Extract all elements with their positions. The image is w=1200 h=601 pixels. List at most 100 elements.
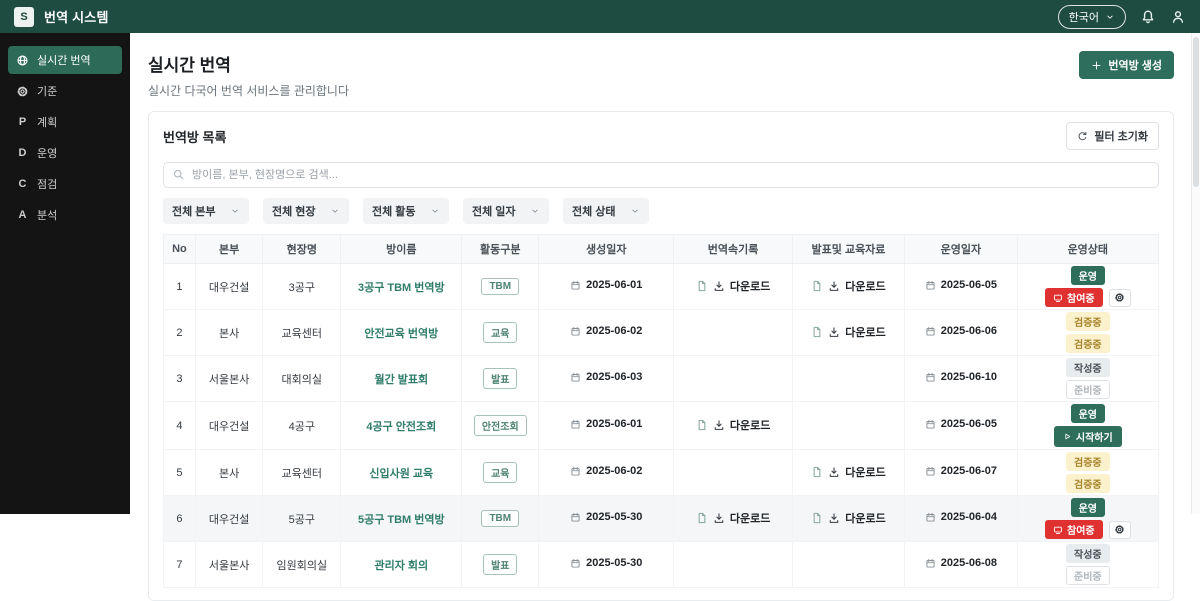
download-button[interactable]: 다운로드 xyxy=(696,278,770,294)
date-value: 2025-06-05 xyxy=(925,418,997,430)
date-value: 2025-06-04 xyxy=(925,511,997,523)
cell-op-date: 2025-06-04 xyxy=(904,495,1018,542)
status-stack: 작성중 준비중 xyxy=(1021,358,1155,399)
filter-label: 전체 상태 xyxy=(572,206,616,218)
document-icon xyxy=(696,419,708,431)
status-badge: 검증중 xyxy=(1066,312,1110,331)
sidebar: 실시간 번역기준 P 계획 D 운영 C 점검 A 분석 xyxy=(0,33,130,514)
activity-badge: 안전조회 xyxy=(473,415,527,436)
sidebar-item-label: 운영 xyxy=(37,148,58,160)
download-button[interactable]: 다운로드 xyxy=(696,417,770,433)
date-text: 2025-06-04 xyxy=(940,511,998,524)
calendar-icon xyxy=(570,558,581,569)
download-button[interactable]: 다운로드 xyxy=(811,324,886,340)
calendar-icon xyxy=(925,466,936,477)
cell-created: 2025-05-30 xyxy=(538,541,675,588)
column-header: 방이름 xyxy=(340,234,463,264)
settings-button[interactable] xyxy=(1108,288,1131,307)
cell-no: 5 xyxy=(163,449,196,496)
page-header: 실시간 번역 실시간 다국어 번역 서비스를 관리합니다 번역방 생성 xyxy=(148,51,1174,99)
date-value: 2025-06-02 xyxy=(570,465,642,477)
cell-op-date: 2025-06-05 xyxy=(904,401,1018,450)
room-link[interactable]: 5공구 TBM 번역방 xyxy=(358,514,445,526)
document-icon xyxy=(811,326,823,338)
filter-label: 전체 본부 xyxy=(172,206,216,218)
filter-select-2[interactable]: 전체 활동 xyxy=(363,198,449,224)
filter-select-3[interactable]: 전체 일자 xyxy=(463,198,549,224)
cell-room: 월간 발표회 xyxy=(340,355,463,402)
activity-badge: 발표 xyxy=(483,368,518,389)
download-button[interactable]: 다운로드 xyxy=(811,510,886,526)
cell-no: 7 xyxy=(163,541,196,588)
room-link[interactable]: 3공구 TBM 번역방 xyxy=(358,282,445,294)
filter-select-0[interactable]: 전체 본부 xyxy=(163,198,249,224)
letter-icon: P xyxy=(18,116,27,128)
filter-select-4[interactable]: 전체 상태 xyxy=(563,198,649,224)
create-room-button[interactable]: 번역방 생성 xyxy=(1079,51,1174,79)
cell-room: 안전교육 번역방 xyxy=(340,309,463,356)
room-link[interactable]: 관리자 회의 xyxy=(374,560,428,572)
status-badge: 운영 xyxy=(1070,266,1106,285)
room-link[interactable]: 4공구 안전조회 xyxy=(366,421,436,433)
chevron-down-icon xyxy=(230,206,240,216)
sidebar-item-analysis[interactable]: A 분석 xyxy=(8,201,122,229)
date-text: 2025-06-06 xyxy=(940,325,998,338)
language-label: 한국어 xyxy=(1068,11,1099,24)
search-input[interactable] xyxy=(163,162,1159,188)
cell-op-date: 2025-06-06 xyxy=(904,309,1018,356)
cell-transcript xyxy=(673,309,793,356)
filter-select-1[interactable]: 전체 현장 xyxy=(263,198,349,224)
bell-icon[interactable] xyxy=(1140,9,1156,25)
cell-transcript xyxy=(673,449,793,496)
cell-site: 대회의실 xyxy=(262,355,342,402)
column-header: 본부 xyxy=(194,234,264,264)
date-value: 2025-06-02 xyxy=(570,325,642,337)
download-button[interactable]: 다운로드 xyxy=(811,278,886,294)
join-button[interactable]: 참여중 xyxy=(1045,288,1103,307)
sidebar-item-operation[interactable]: D 운영 xyxy=(8,139,122,167)
settings-button[interactable] xyxy=(1108,520,1131,539)
column-header: 현장명 xyxy=(262,234,342,264)
activity-badge: 교육 xyxy=(483,322,518,343)
user-icon[interactable] xyxy=(1170,9,1186,25)
filter-reset-button[interactable]: 필터 초기화 xyxy=(1066,122,1159,150)
gear-icon xyxy=(1114,524,1125,535)
room-link[interactable]: 안전교육 번역방 xyxy=(364,328,438,340)
cell-created: 2025-06-03 xyxy=(538,355,675,402)
sidebar-item-label: 계획 xyxy=(37,117,58,129)
sidebar-item-plan[interactable]: P 계획 xyxy=(8,108,122,136)
date-value: 2025-06-01 xyxy=(570,418,642,430)
room-link[interactable]: 신입사원 교육 xyxy=(369,468,433,480)
cell-status: 검증중 검증중 xyxy=(1016,309,1160,356)
scrollbar-thumb[interactable] xyxy=(1193,37,1199,187)
download-button[interactable]: 다운로드 xyxy=(696,510,770,526)
download-label: 다운로드 xyxy=(729,513,771,525)
language-selector[interactable]: 한국어 xyxy=(1057,4,1126,29)
cell-transcript: 다운로드 xyxy=(673,263,793,310)
letter-icon: A xyxy=(18,209,27,221)
sidebar-item-standard[interactable]: 기준 xyxy=(8,77,122,105)
status-badge: 검증중 xyxy=(1066,452,1110,471)
cell-transcript: 다운로드 xyxy=(673,495,793,542)
download-label: 다운로드 xyxy=(729,281,771,293)
room-link[interactable]: 월간 발표회 xyxy=(374,374,428,386)
activity-badge: TBM xyxy=(481,510,520,527)
join-button[interactable]: 참여중 xyxy=(1045,520,1103,539)
date-value: 2025-06-01 xyxy=(570,279,642,291)
sidebar-item-inspection[interactable]: C 점검 xyxy=(8,170,122,198)
status-badge: 준비중 xyxy=(1066,566,1110,585)
cell-materials: 다운로드 xyxy=(791,263,906,310)
page-scrollbar[interactable] xyxy=(1191,33,1200,514)
sidebar-item-label: 기준 xyxy=(37,86,58,98)
calendar-icon xyxy=(570,512,581,523)
main-content: 실시간 번역 실시간 다국어 번역 서비스를 관리합니다 번역방 생성 번역방 … xyxy=(130,33,1200,601)
header-actions: 한국어 xyxy=(1057,4,1186,29)
date-text: 2025-06-10 xyxy=(940,371,998,384)
create-room-label: 번역방 생성 xyxy=(1108,60,1162,72)
start-button[interactable]: 시작하기 xyxy=(1053,426,1122,447)
sidebar-item-realtime-translation[interactable]: 실시간 번역 xyxy=(8,46,122,74)
filter-label: 전체 활동 xyxy=(372,206,416,218)
date-text: 2025-05-30 xyxy=(586,511,643,524)
search-wrap xyxy=(163,162,1159,188)
download-button[interactable]: 다운로드 xyxy=(811,464,886,480)
